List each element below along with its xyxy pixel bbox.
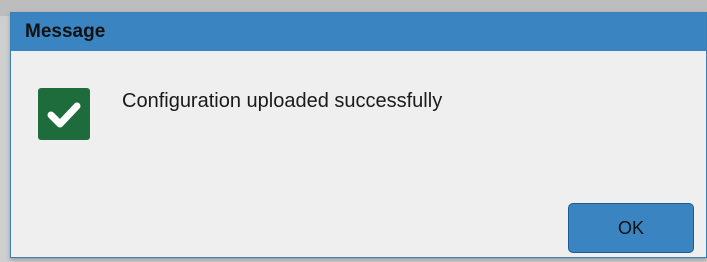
- message-dialog: Message Configuration uploaded successfu…: [10, 12, 707, 258]
- dialog-titlebar[interactable]: Message: [11, 13, 706, 51]
- check-icon: [38, 88, 90, 140]
- dialog-title: Message: [25, 21, 106, 42]
- dialog-message: Configuration uploaded successfully: [122, 90, 443, 112]
- ok-button[interactable]: OK: [568, 203, 694, 253]
